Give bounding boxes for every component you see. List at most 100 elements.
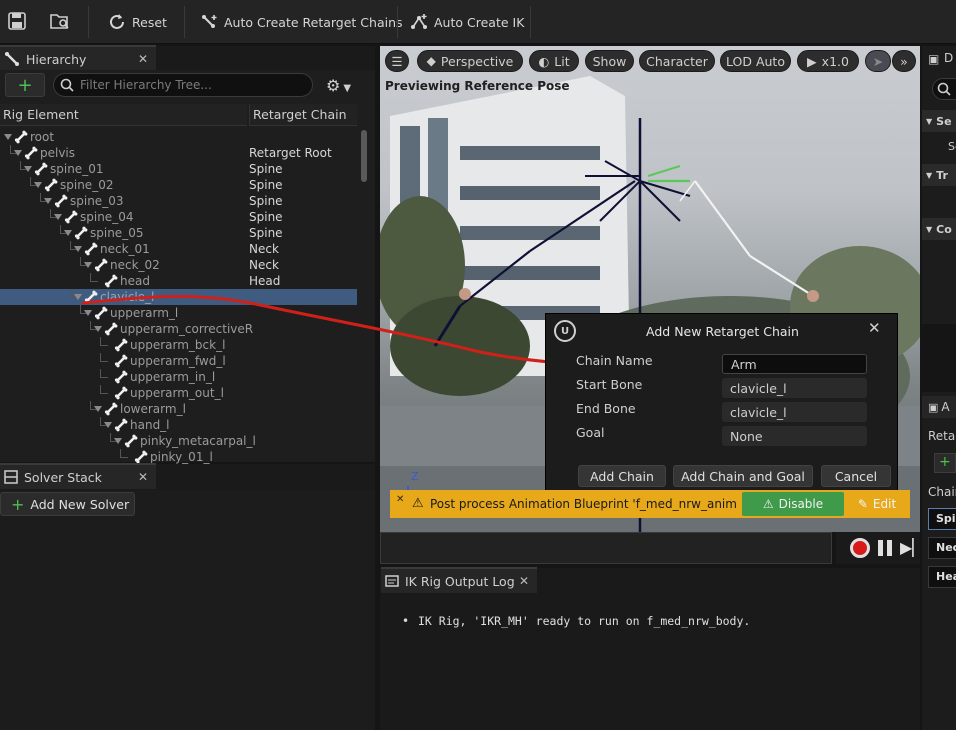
lod-button[interactable]: LOD Auto [720, 50, 791, 72]
viewport-menu-button[interactable]: ☰ [385, 50, 409, 72]
tree-row-name: upperarm_bck_l [130, 338, 226, 352]
tree-row[interactable]: upperarm_correctiveR [0, 321, 357, 337]
chain-chip-head[interactable]: Hea [928, 566, 956, 588]
tree-row[interactable]: upperarm_l [0, 305, 357, 321]
lit-button[interactable]: ◐ Lit [529, 50, 579, 72]
hierarchy-search-input[interactable]: Filter Hierarchy Tree... [53, 73, 313, 97]
edit-button[interactable]: ✎ Edit [848, 492, 906, 516]
close-icon[interactable]: ✕ [519, 574, 529, 588]
warning-dismiss-icon[interactable]: ✕ [396, 494, 404, 505]
record-button[interactable] [850, 538, 870, 558]
column-header-retarget-chain[interactable]: Retarget Chain [249, 104, 357, 126]
end-bone-field[interactable]: clavicle_l [722, 402, 867, 422]
expand-arrow-icon[interactable] [74, 294, 82, 300]
reset-label: Reset [132, 14, 167, 30]
show-button[interactable]: Show [585, 50, 634, 72]
select-mode-button[interactable]: ➤ [865, 50, 891, 72]
expand-arrow-icon[interactable] [44, 198, 52, 204]
close-icon[interactable]: ✕ [138, 52, 148, 66]
expand-arrow-icon[interactable] [74, 246, 82, 252]
close-icon[interactable]: ✕ [138, 470, 148, 484]
tree-row[interactable]: lowerarm_l [0, 401, 357, 417]
hierarchy-scrollbar[interactable] [361, 130, 367, 182]
expand-arrow-icon[interactable] [54, 214, 62, 220]
chain-name-field[interactable]: Arm [722, 354, 867, 374]
tree-row[interactable]: pelvis Retarget Root [0, 145, 357, 161]
reset-button[interactable]: Reset [108, 8, 167, 36]
dialog-close-icon[interactable]: ✕ [868, 319, 881, 337]
tree-row-chain: Neck [249, 258, 279, 272]
toolbar-separator [397, 6, 398, 38]
start-bone-field[interactable]: clavicle_l [722, 378, 867, 398]
log-icon [385, 575, 399, 587]
tree-row-name: neck_01 [100, 242, 150, 256]
tree-row[interactable]: clavicle_l [0, 289, 357, 305]
tree-row[interactable]: upperarm_in_l [0, 369, 357, 385]
tree-row[interactable]: upperarm_out_l [0, 385, 357, 401]
tree-row-name: upperarm_l [110, 306, 179, 320]
disable-button[interactable]: ⚠ Disable [742, 492, 844, 516]
expand-arrow-icon[interactable] [4, 134, 12, 140]
add-chain-and-goal-button[interactable]: Add Chain and Goal [673, 465, 813, 487]
viewport-overflow-button[interactable]: » [892, 50, 916, 72]
playback-speed-button[interactable]: ▶ x1.0 [797, 50, 859, 72]
auto-create-chains-button[interactable]: Auto Create Retarget Chains [200, 8, 403, 36]
expand-arrow-icon[interactable] [14, 150, 22, 156]
add-element-button[interactable]: + [5, 73, 45, 97]
settings-dropdown[interactable]: ⚙ ▼ [326, 76, 360, 96]
axis-z-label: Z [411, 470, 419, 483]
section-header[interactable]: ▼ Tr [922, 164, 956, 186]
tree-row[interactable]: neck_02 Neck [0, 257, 357, 273]
tree-row-name: hand_l [130, 418, 170, 432]
tab-solver-stack[interactable]: Solver Stack ✕ [0, 463, 156, 489]
auto-create-ik-button[interactable]: Auto Create IK [410, 8, 524, 36]
tree-row[interactable]: neck_01 Neck [0, 241, 357, 257]
expand-arrow-icon[interactable] [114, 438, 122, 444]
tree-row-chain: Spine [249, 210, 283, 224]
character-button[interactable]: Character [639, 50, 715, 72]
tree-row[interactable]: spine_05 Spine [0, 225, 357, 241]
tree-row[interactable]: upperarm_bck_l [0, 337, 357, 353]
tree-row[interactable]: root [0, 129, 357, 145]
expand-arrow-icon[interactable] [24, 166, 32, 172]
add-new-solver-button[interactable]: + Add New Solver [0, 492, 135, 516]
tree-row[interactable]: spine_01 Spine [0, 161, 357, 177]
tree-row[interactable]: hand_l [0, 417, 357, 433]
column-header-rig-element[interactable]: Rig Element [0, 104, 247, 126]
add-chain-button[interactable]: Add Chain [578, 465, 666, 487]
warning-icon: ⚠ [412, 496, 424, 511]
step-forward-icon[interactable]: ▶▏ [900, 538, 925, 557]
timeline-bar[interactable] [380, 532, 832, 564]
expand-arrow-icon[interactable] [94, 326, 102, 332]
chain-chip-neck[interactable]: Nec [928, 537, 956, 559]
pause-button[interactable] [878, 540, 892, 556]
expand-arrow-icon[interactable] [64, 230, 72, 236]
tree-row[interactable]: spine_03 Spine [0, 193, 357, 209]
save-icon[interactable] [8, 12, 26, 30]
goal-field[interactable]: None [722, 426, 867, 446]
tree-row[interactable]: spine_04 Spine [0, 209, 357, 225]
retarget-tab[interactable]: ▣ A [922, 396, 956, 418]
bone-icon [94, 306, 108, 320]
add-chain-icon-button[interactable]: + [934, 453, 956, 473]
chain-chip-spine[interactable]: Spi [928, 508, 956, 530]
expand-arrow-icon[interactable] [84, 310, 92, 316]
tree-row[interactable]: upperarm_fwd_l [0, 353, 357, 369]
perspective-button[interactable]: ◆ Perspective [417, 50, 523, 72]
expand-arrow-icon[interactable] [104, 422, 112, 428]
browse-icon[interactable] [50, 12, 70, 30]
expand-arrow-icon[interactable] [34, 182, 42, 188]
plus-icon: + [11, 494, 25, 514]
tree-row[interactable]: pinky_metacarpal_l [0, 433, 357, 449]
details-search-input[interactable] [932, 78, 956, 100]
tree-row[interactable]: spine_02 Spine [0, 177, 357, 193]
tab-hierarchy[interactable]: Hierarchy ✕ [0, 45, 156, 71]
tab-output-log[interactable]: IK Rig Output Log ✕ [381, 567, 537, 593]
expand-arrow-icon[interactable] [94, 406, 102, 412]
tree-row-name: root [30, 130, 55, 144]
section-header[interactable]: ▼ Co [922, 218, 956, 240]
tree-row[interactable]: head Head [0, 273, 357, 289]
cancel-button[interactable]: Cancel [821, 465, 891, 487]
expand-arrow-icon[interactable] [84, 262, 92, 268]
section-header[interactable]: ▼ Se [922, 110, 956, 132]
